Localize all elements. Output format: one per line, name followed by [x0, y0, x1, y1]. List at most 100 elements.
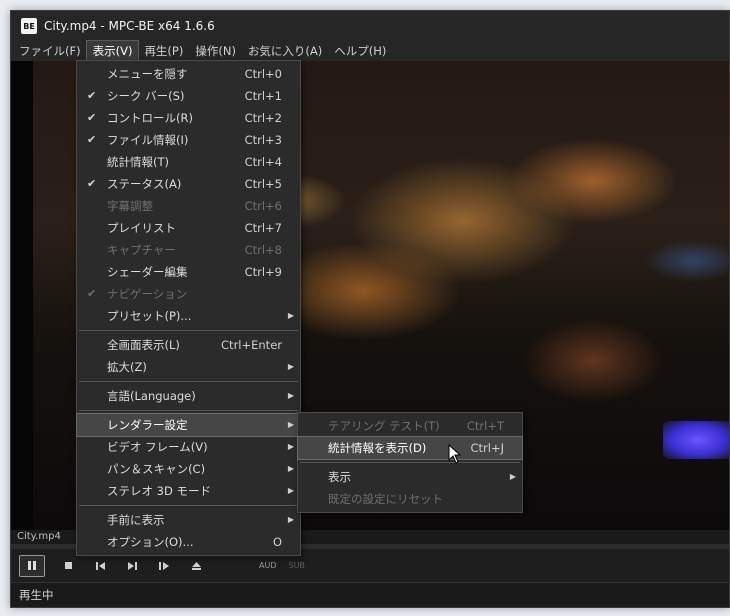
- eject-icon: [191, 561, 201, 570]
- menu-item-pan-scan[interactable]: パン＆スキャン(C) ▶: [77, 458, 300, 480]
- menu-item-label: シーク バー(S): [107, 89, 185, 103]
- menu-item-label: テアリング テスト(T): [328, 419, 440, 433]
- menu-item-navigation: ✔ ナビゲーション: [77, 283, 300, 305]
- menu-item-label: シェーダー編集: [107, 265, 188, 279]
- check-icon: ✔: [87, 111, 97, 124]
- menu-item-label: ステレオ 3D モード: [107, 484, 211, 498]
- menu-view[interactable]: 表示(V): [85, 40, 140, 62]
- menu-item-fullscreen[interactable]: 全画面表示(L) Ctrl+Enter: [77, 334, 300, 356]
- menu-item-label: ビデオ フレーム(V): [107, 440, 208, 454]
- menu-item-seek-bar[interactable]: ✔ シーク バー(S) Ctrl+1: [77, 85, 300, 107]
- menu-item-label: レンダラー設定: [107, 418, 188, 432]
- view-menu: メニューを隠す Ctrl+0 ✔ シーク バー(S) Ctrl+1 ✔ コントロ…: [76, 60, 301, 556]
- stop-button[interactable]: [55, 555, 81, 577]
- submenu-arrow-icon: ▶: [509, 472, 516, 481]
- previous-button[interactable]: [87, 555, 113, 577]
- menu-item-label: ファイル情報(I): [107, 133, 189, 147]
- skip-forward-icon: [127, 561, 137, 570]
- menu-item-subtitle-sync: 字幕調整 Ctrl+6: [77, 195, 300, 217]
- menu-item-zoom[interactable]: 拡大(Z) ▶: [77, 356, 300, 378]
- menu-item-controls[interactable]: ✔ コントロール(R) Ctrl+2: [77, 107, 300, 129]
- check-icon: ✔: [87, 89, 97, 102]
- menu-item-on-top[interactable]: 手前に表示 ▶: [77, 509, 300, 531]
- menu-item-shortcut: Ctrl+7: [244, 221, 282, 235]
- menu-item-display[interactable]: 表示 ▶: [298, 466, 522, 488]
- menu-item-shortcut: Ctrl+J: [470, 441, 505, 455]
- submenu-arrow-icon: ▶: [287, 391, 294, 400]
- menu-item-video-frame[interactable]: ビデオ フレーム(V) ▶: [77, 436, 300, 458]
- title-bar[interactable]: BE City.mp4 - MPC-BE x64 1.6.6: [11, 11, 729, 41]
- audio-label[interactable]: AUD: [259, 561, 277, 570]
- menu-item-shortcut: Ctrl+8: [244, 243, 282, 257]
- menu-item-shortcut: Ctrl+6: [244, 199, 282, 213]
- submenu-arrow-icon: ▶: [287, 515, 294, 524]
- menu-item-shortcut: O: [272, 535, 282, 549]
- frame-step-icon: [159, 561, 169, 570]
- menu-item-label: プレイリスト: [107, 221, 176, 235]
- menu-separator: [79, 505, 298, 506]
- menu-item-shortcut: Ctrl+5: [244, 177, 282, 191]
- menu-item-file-info[interactable]: ✔ ファイル情報(I) Ctrl+3: [77, 129, 300, 151]
- menu-item-capture: キャプチャー Ctrl+8: [77, 239, 300, 261]
- app-icon: BE: [21, 18, 37, 34]
- menu-item-label: キャプチャー: [107, 243, 176, 257]
- menu-item-shortcut: Ctrl+T: [466, 419, 504, 433]
- renderer-submenu: テアリング テスト(T) Ctrl+T 統計情報を表示(D) Ctrl+J 表示…: [297, 412, 523, 513]
- skip-back-icon: [95, 561, 105, 570]
- menu-play[interactable]: 再生(P): [138, 41, 189, 61]
- submenu-arrow-icon: ▶: [287, 486, 294, 495]
- menu-item-label: パン＆スキャン(C): [107, 462, 206, 476]
- menu-item-label: 既定の設定にリセット: [328, 492, 443, 506]
- menu-item-show-statistics[interactable]: 統計情報を表示(D) Ctrl+J: [297, 436, 523, 460]
- menu-item-hide-menu[interactable]: メニューを隠す Ctrl+0: [77, 63, 300, 85]
- menu-item-renderer-settings[interactable]: レンダラー設定 ▶: [76, 413, 301, 437]
- menu-item-label: 手前に表示: [107, 513, 165, 527]
- menu-item-label: ナビゲーション: [107, 287, 188, 301]
- menu-item-shortcut: Ctrl+4: [244, 155, 282, 169]
- menu-item-shader-editor[interactable]: シェーダー編集 Ctrl+9: [77, 261, 300, 283]
- menu-file[interactable]: ファイル(F): [13, 41, 87, 61]
- menu-item-shortcut: Ctrl+Enter: [221, 338, 282, 352]
- menu-item-shortcut: Ctrl+9: [244, 265, 282, 279]
- menu-item-reset-defaults: 既定の設定にリセット: [298, 488, 522, 510]
- menu-item-label: オプション(O)...: [107, 535, 194, 549]
- menu-item-tearing-test: テアリング テスト(T) Ctrl+T: [298, 415, 522, 437]
- menu-item-label: 統計情報(T): [107, 155, 169, 169]
- menu-item-playlist[interactable]: プレイリスト Ctrl+7: [77, 217, 300, 239]
- menu-item-label: コントロール(R): [107, 111, 193, 125]
- menu-favorites[interactable]: お気に入り(A): [242, 41, 328, 61]
- eject-button[interactable]: [183, 555, 209, 577]
- submenu-arrow-icon: ▶: [287, 311, 294, 320]
- menu-item-options[interactable]: オプション(O)... O: [77, 531, 300, 553]
- menu-item-label: プリセット(P)...: [107, 309, 192, 323]
- menu-item-stereo-3d[interactable]: ステレオ 3D モード ▶: [77, 480, 300, 502]
- menu-navigate[interactable]: 操作(N): [189, 41, 242, 61]
- next-button[interactable]: [119, 555, 145, 577]
- menu-item-label: 統計情報を表示(D): [328, 441, 427, 455]
- menu-item-label: 拡大(Z): [107, 360, 147, 374]
- menu-separator: [79, 410, 298, 411]
- blue-light: [663, 421, 729, 459]
- menu-item-label: 全画面表示(L): [107, 338, 180, 352]
- menu-item-shortcut: Ctrl+3: [244, 133, 282, 147]
- menu-item-presets[interactable]: プリセット(P)... ▶: [77, 305, 300, 327]
- menu-item-status[interactable]: ✔ ステータス(A) Ctrl+5: [77, 173, 300, 195]
- frame-step-button[interactable]: [151, 555, 177, 577]
- menu-item-shortcut: Ctrl+0: [244, 67, 282, 81]
- menu-item-shortcut: Ctrl+2: [244, 111, 282, 125]
- menu-item-label: ステータス(A): [107, 177, 182, 191]
- menu-item-statistics[interactable]: 統計情報(T) Ctrl+4: [77, 151, 300, 173]
- menu-item-language[interactable]: 言語(Language) ▶: [77, 385, 300, 407]
- check-icon: ✔: [87, 133, 97, 146]
- menu-separator: [79, 381, 298, 382]
- menu-help[interactable]: ヘルプ(H): [328, 41, 392, 61]
- subtitle-label[interactable]: SUB: [289, 561, 305, 570]
- pause-button[interactable]: [19, 554, 45, 577]
- menu-item-label: 言語(Language): [107, 389, 196, 403]
- check-icon: ✔: [87, 287, 97, 300]
- status-bar: 再生中: [11, 582, 729, 607]
- submenu-arrow-icon: ▶: [287, 362, 294, 371]
- menu-item-shortcut: Ctrl+1: [244, 89, 282, 103]
- menu-separator: [300, 462, 520, 463]
- submenu-arrow-icon: ▶: [287, 442, 294, 451]
